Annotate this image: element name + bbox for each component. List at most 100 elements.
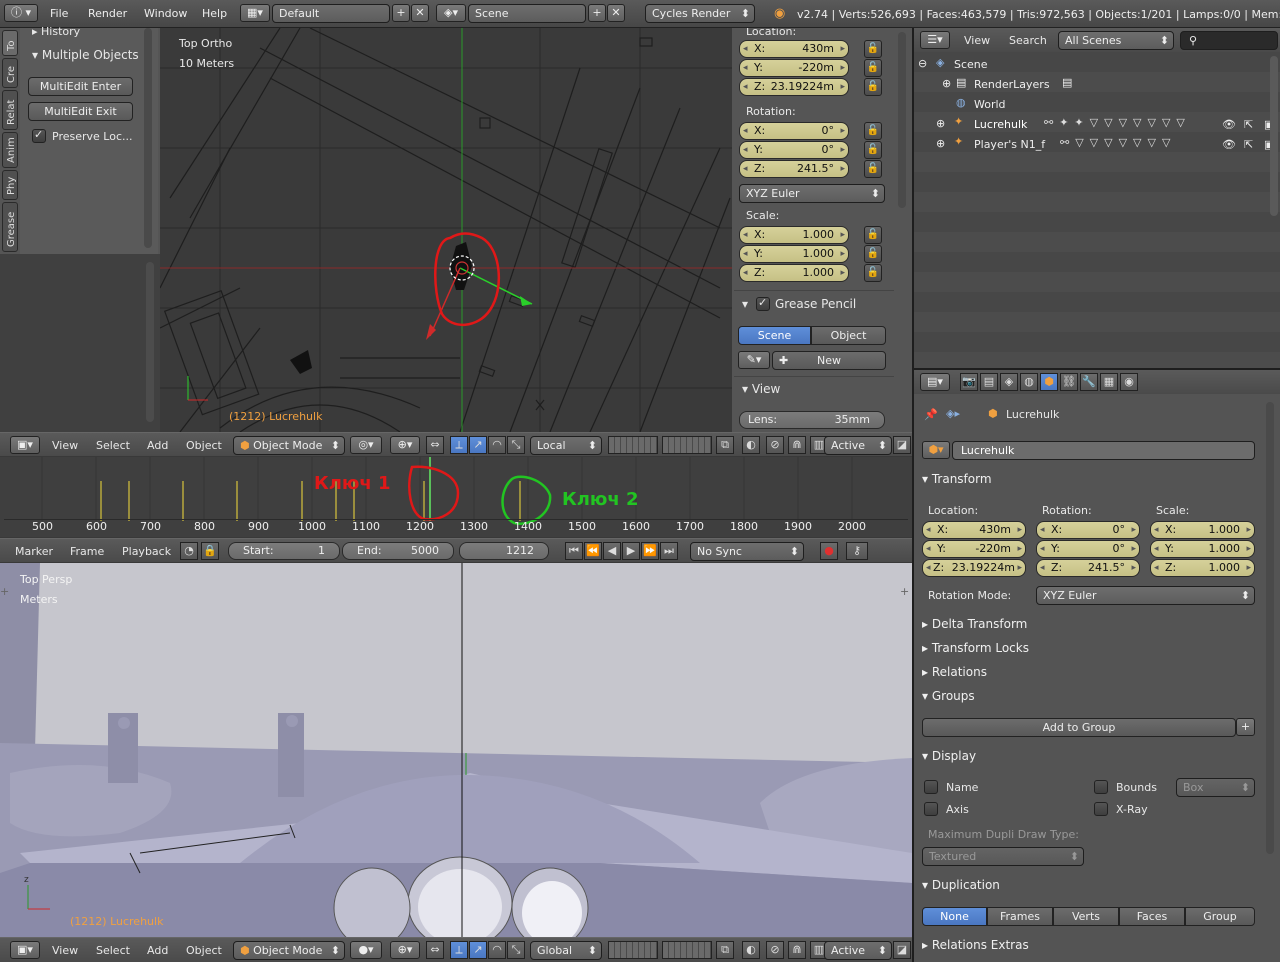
constraints-tab-icon[interactable]: ⛓ [1060, 373, 1078, 391]
remove-layout-button[interactable]: ✕ [411, 4, 429, 22]
render-layers-tab-icon[interactable]: ▤ [980, 373, 998, 391]
outliner-search-input[interactable]: ⚲ [1180, 31, 1278, 50]
menu-playback[interactable]: Playback [122, 545, 171, 558]
start-frame-field[interactable]: Start: 1 [228, 542, 340, 560]
expand-icon[interactable]: ⊕ [942, 77, 951, 90]
prop-scl-z-field[interactable]: Z: 1.000 [1150, 559, 1255, 577]
lock-icon[interactable]: 🔓 [864, 264, 882, 282]
prop-rot-y-field[interactable]: Y: 0° [1036, 540, 1140, 558]
menu-add[interactable]: Add [147, 944, 168, 957]
prop-loc-z-field[interactable]: Z: 23.19224m [922, 559, 1026, 577]
scene-field[interactable]: Scene [468, 4, 586, 23]
axis-checkbox[interactable] [924, 802, 938, 816]
delta-transform-header[interactable]: ▸ Delta Transform [922, 617, 1264, 639]
dup-faces-toggle[interactable]: Faces [1119, 907, 1185, 926]
menu-file[interactable]: File [50, 7, 68, 20]
gp-new-button[interactable]: ✚ New [772, 351, 886, 370]
transform-panel-header[interactable]: ▾ Transform [922, 472, 1264, 494]
duplication-header[interactable]: ▾ Duplication [922, 878, 1264, 900]
bounds-type-select[interactable]: Box ⬍ [1176, 778, 1255, 797]
lock-icon[interactable]: 🔓 [864, 160, 882, 178]
layers-grid-1[interactable] [608, 436, 658, 454]
lock-icon[interactable]: 🔓 [864, 59, 882, 77]
dup-none-toggle[interactable]: None [922, 907, 987, 926]
n-loc-z-field[interactable]: Z: 23.19224m [739, 78, 849, 96]
bounds-checkbox[interactable] [1094, 780, 1108, 794]
layers-grid-2[interactable] [662, 436, 712, 454]
remove-scene-button[interactable]: ✕ [607, 4, 625, 22]
prop-scl-y-field[interactable]: Y: 1.000 [1150, 540, 1255, 558]
world-tab-icon[interactable]: ◍ [1020, 373, 1038, 391]
modifiers-tab-icon[interactable]: 🔧 [1080, 373, 1098, 391]
add-scene-button[interactable]: + [588, 4, 606, 22]
lock-icon[interactable]: 🔓 [864, 226, 882, 244]
select-cursor-icon[interactable]: ⇱ [1244, 138, 1253, 151]
menu-select[interactable]: Select [96, 944, 130, 957]
menu-object[interactable]: Object [186, 439, 222, 452]
jump-start-icon[interactable]: ⏮ [565, 542, 583, 560]
scene-tab-icon[interactable]: ◈ [1000, 373, 1018, 391]
outliner-scrollbar[interactable] [1270, 56, 1278, 216]
snap-pivot-select[interactable]: Active ⬍ [824, 941, 892, 960]
lock-icon[interactable]: 🔓 [864, 141, 882, 159]
proportional-edit-icon[interactable]: ⊘ [766, 436, 784, 454]
record-icon[interactable]: ● [820, 542, 838, 560]
play-reverse-icon[interactable]: ◀ [603, 542, 621, 560]
lock-icon[interactable]: 🔓 [864, 78, 882, 96]
add-to-group-button[interactable]: Add to Group [922, 718, 1236, 737]
end-frame-field[interactable]: End: 5000 [342, 542, 454, 560]
relations-extras-header[interactable]: ▸ Relations Extras [922, 938, 1264, 960]
grease-pencil-header[interactable]: ▾ [742, 297, 748, 311]
n-loc-x-field[interactable]: X: 430m [739, 40, 849, 58]
top-viewport[interactable]: Top Ortho 10 Meters (1212) Lucrehulk [160, 28, 732, 432]
screen-layout-field[interactable]: Default [272, 4, 390, 23]
scale-icon[interactable]: ⤡ [507, 436, 525, 454]
mode-select[interactable]: ⬢ Object Mode ⬍ [233, 941, 345, 960]
scale-icon[interactable]: ⤡ [507, 941, 525, 959]
pivot-point-icon[interactable]: ⊕▾ [390, 436, 420, 454]
rotate-icon[interactable]: ◠ [488, 941, 506, 959]
outliner-menu-view[interactable]: View [964, 34, 990, 47]
proportional-edit-icon[interactable]: ⊘ [766, 941, 784, 959]
n-rotation-mode-select[interactable]: XYZ Euler ⬍ [739, 184, 885, 203]
transform-orientation-select[interactable]: Local ⬍ [530, 436, 602, 455]
multiedit-exit-button[interactable]: MultiEdit Exit [28, 102, 133, 121]
render-icon[interactable]: ◐ [742, 941, 760, 959]
name-checkbox[interactable] [924, 780, 938, 794]
lock-icon[interactable]: 🔓 [864, 245, 882, 263]
menu-select[interactable]: Select [96, 439, 130, 452]
outliner-item-player[interactable]: Player's N1_f [974, 138, 1045, 151]
snap-icon[interactable]: ⋒ [788, 436, 806, 454]
layers-grid-2[interactable] [662, 941, 712, 959]
snap-pivot-select[interactable]: Active ⬍ [824, 436, 892, 455]
translate-icon[interactable]: ⟂ [450, 941, 468, 959]
snap-icon[interactable]: ⋒ [788, 941, 806, 959]
dup-group-toggle[interactable]: Group [1185, 907, 1255, 926]
outliner-menu-search[interactable]: Search [1009, 34, 1047, 47]
history-panel-header[interactable]: ▸ History [32, 25, 80, 38]
gp-scene-toggle[interactable]: Scene [738, 326, 811, 345]
properties-scrollbar[interactable] [1266, 402, 1274, 854]
prop-loc-x-field[interactable]: X: 430m [922, 521, 1026, 539]
lock-icon[interactable]: 🔓 [864, 122, 882, 140]
properties-editor-icon[interactable]: ▤▾ [920, 373, 950, 391]
screen-layout-icon[interactable]: ▦▾ [240, 4, 270, 22]
next-keyframe-icon[interactable]: ⏩ [641, 542, 659, 560]
n-rot-x-field[interactable]: X: 0° [739, 122, 849, 140]
current-frame-field[interactable]: 1212 [459, 542, 549, 560]
groups-header[interactable]: ▾ Groups [922, 689, 1264, 711]
toolshelf-expand-icon[interactable]: + [0, 585, 9, 598]
lock-layers-icon[interactable]: ⧉ [716, 941, 734, 959]
render-preview-icon[interactable]: ◪ [893, 941, 911, 959]
menu-object[interactable]: Object [186, 944, 222, 957]
object-name-input[interactable]: Lucrehulk [952, 441, 1255, 460]
prop-rot-z-field[interactable]: Z: 241.5° [1036, 559, 1140, 577]
toolshelf-lower-scrollbar[interactable] [146, 262, 154, 422]
lock-layers-icon[interactable]: ⧉ [716, 436, 734, 454]
translate-icon[interactable]: ⟂ [450, 436, 468, 454]
menu-view[interactable]: View [52, 944, 78, 957]
visibility-eye-icon[interactable]: 👁 [1222, 138, 1236, 151]
prev-keyframe-icon[interactable]: ⏪ [584, 542, 602, 560]
scene-icon[interactable]: ◈▾ [436, 4, 466, 22]
move-icon[interactable]: ↗ [469, 436, 487, 454]
